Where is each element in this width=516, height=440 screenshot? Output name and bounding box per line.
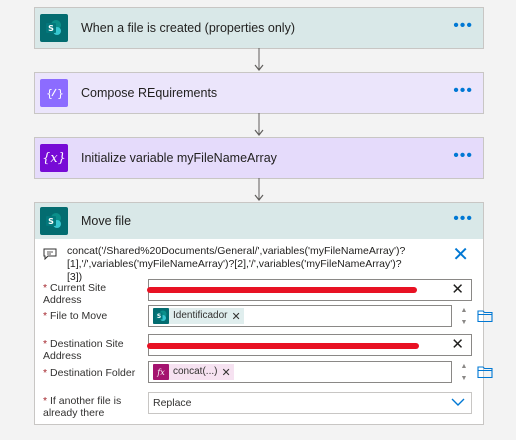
identificador-token[interactable]: S Identificador ✕ [153,308,244,324]
dest-site-label: * Destination Site Address [43,338,124,362]
sharepoint-icon: S [153,308,169,324]
redaction-mark [147,343,419,349]
close-note-button[interactable]: ✕ [452,245,469,265]
move-file-step-card[interactable]: S Move file ••• concat('/Shared%20Docume… [34,202,493,425]
if-exists-selected-value: Replace [153,397,192,409]
if-exists-label: * If another file is already there [43,395,122,419]
connector-arrow [254,178,264,201]
move-file-more-options-button[interactable]: ••• [453,211,473,227]
compose-step-header[interactable]: {} Compose REquirements ••• [35,73,483,113]
trigger-more-options-button[interactable]: ••• [453,18,473,34]
svg-text:{: { [46,87,53,100]
scroll-stepper[interactable]: ▲ ▼ [456,306,472,328]
trigger-step-title: When a file is created (properties only) [81,21,295,35]
folder-picker-icon[interactable] [477,309,493,323]
init-variable-more-options-button[interactable]: ••• [453,148,473,164]
scroll-stepper[interactable]: ▲ ▼ [456,362,472,384]
move-file-step-header[interactable]: S Move file ••• [35,203,483,239]
clear-dest-site-button[interactable]: ✕ [451,337,464,353]
trigger-step-card[interactable]: S When a file is created (properties onl… [34,7,484,49]
chevron-down-icon [451,398,465,406]
redaction-mark [147,287,417,293]
compose-icon: {} [40,79,68,107]
compose-more-options-button[interactable]: ••• [453,83,473,99]
concat-expression-token[interactable]: fx concat(...) ✕ [153,364,234,380]
sharepoint-icon: S [40,14,68,42]
svg-text:S: S [48,24,54,33]
folder-picker-icon[interactable] [477,365,493,379]
comment-icon [43,248,57,260]
step-note: concat('/Shared%20Documents/General/',va… [35,239,483,283]
init-variable-step-header[interactable]: {x} Initialize variable myFileNameArray … [35,138,483,178]
compose-step-title: Compose REquirements [81,86,218,100]
expression-icon: fx [153,364,169,380]
dest-site-input[interactable]: ✕ [147,334,472,356]
connector-arrow [254,113,264,136]
connector-arrow [254,48,264,71]
trigger-step-header[interactable]: S When a file is created (properties onl… [35,8,483,48]
init-variable-step-title: Initialize variable myFileNameArray [81,151,277,165]
compose-step-card[interactable]: {} Compose REquirements ••• [34,72,484,114]
if-exists-dropdown[interactable]: Replace [148,392,472,414]
dest-folder-label: * Destination Folder [43,367,136,379]
file-to-move-input[interactable]: S Identificador ✕ ▲ ▼ [148,305,493,327]
remove-token-button[interactable]: ✕ [221,366,233,379]
svg-text:}: } [57,87,63,100]
init-variable-step-card[interactable]: {x} Initialize variable myFileNameArray … [34,137,484,179]
sharepoint-icon: S [40,207,68,235]
clear-current-site-button[interactable]: ✕ [451,282,464,298]
variable-icon: {x} [40,144,68,172]
dest-folder-input[interactable]: fx concat(...) ✕ ▲ ▼ [148,361,493,383]
move-file-step-title: Move file [81,214,132,228]
current-site-input[interactable]: ✕ [147,279,472,301]
remove-token-button[interactable]: ✕ [231,310,243,323]
current-site-label: * Current Site Address [43,282,107,306]
file-to-move-label: * File to Move [43,310,108,322]
svg-text:S: S [157,313,161,320]
svg-text:S: S [48,217,54,226]
